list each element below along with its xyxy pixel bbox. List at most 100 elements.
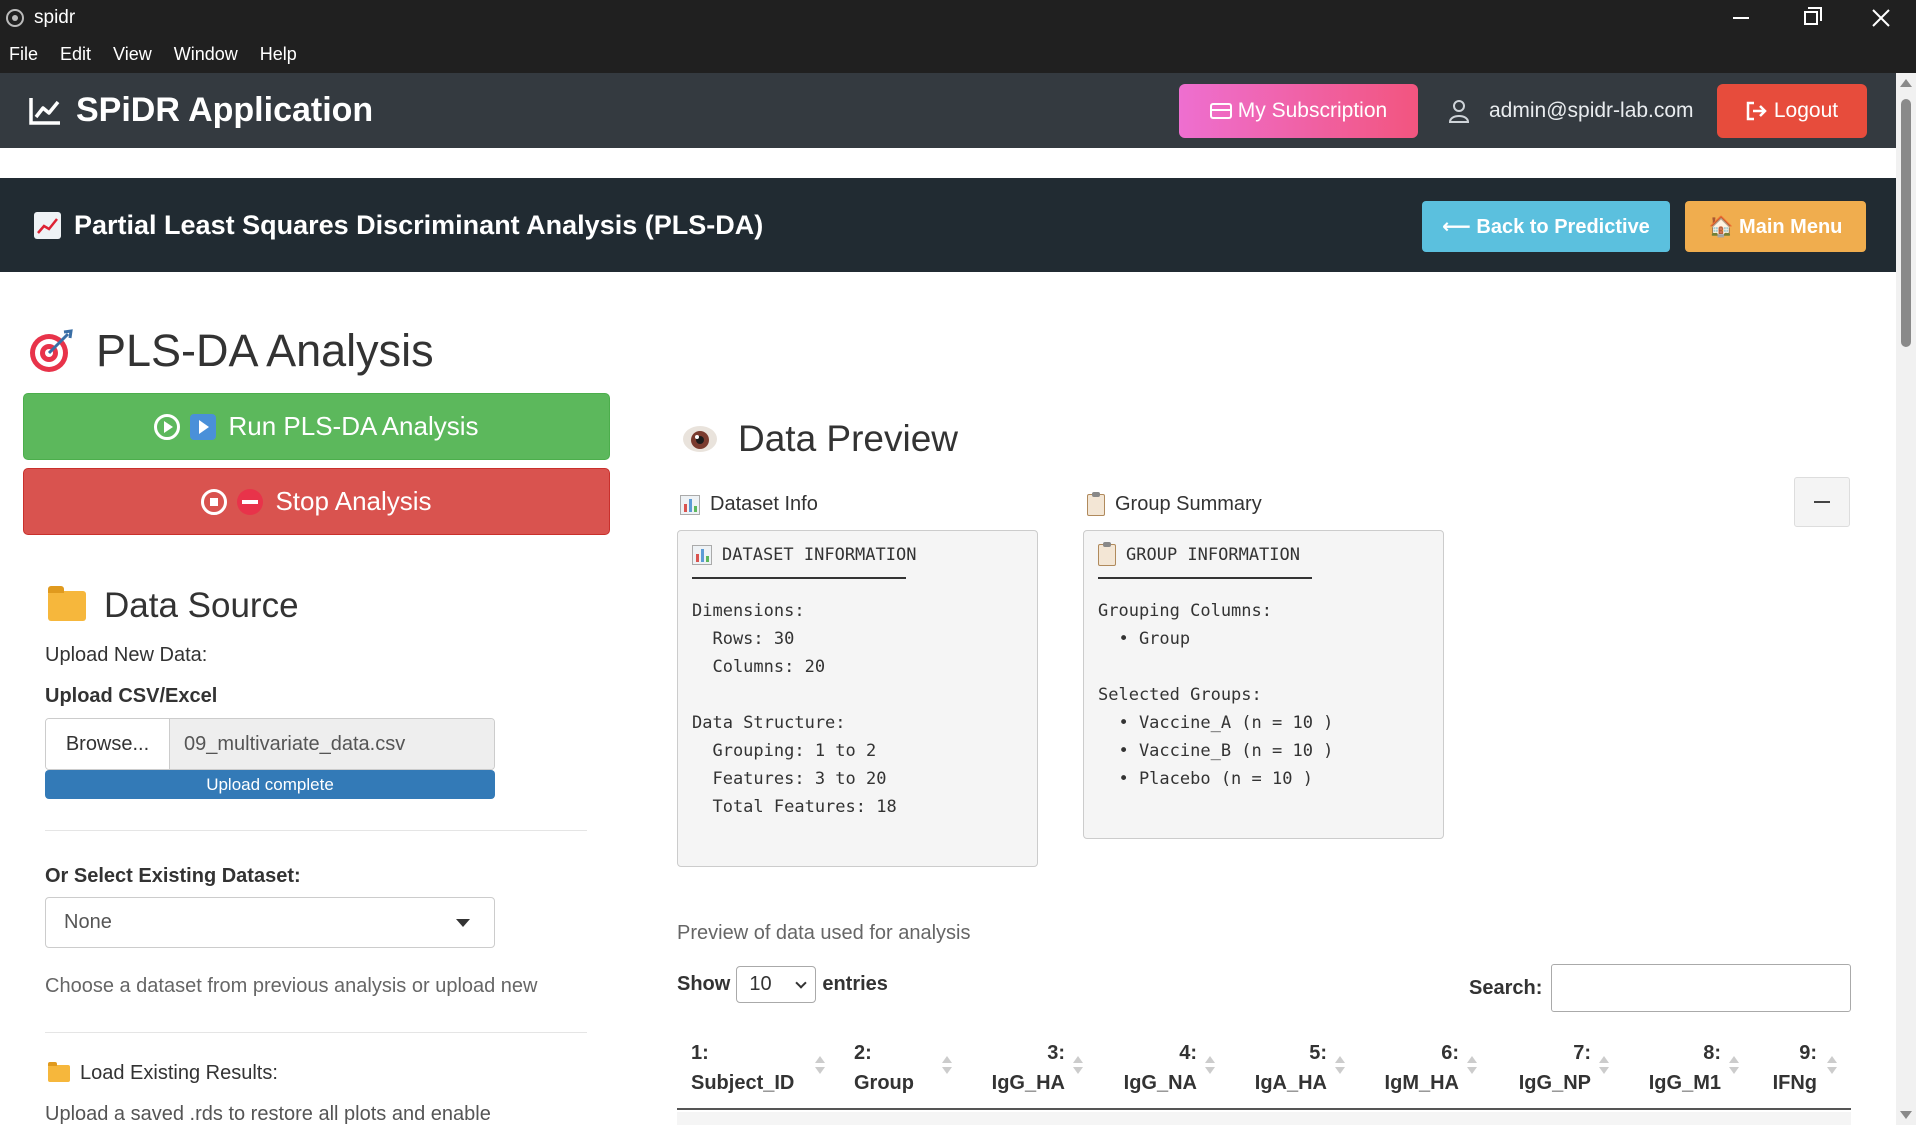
line-chart-icon xyxy=(29,97,60,125)
dataset-info-line: Total Features: 18 xyxy=(692,797,897,817)
column-number: 4: xyxy=(1179,1042,1197,1064)
column-header[interactable]: 9: IFNg xyxy=(1771,1038,1837,1098)
brand[interactable]: SPiDR Application xyxy=(28,91,373,130)
sort-icon xyxy=(1335,1056,1345,1076)
menu-view[interactable]: View xyxy=(113,44,152,65)
group-summary-heading: Group Summary xyxy=(1087,491,1262,516)
sort-icon xyxy=(1729,1056,1739,1076)
dataset-info-line: Columns: 20 xyxy=(692,657,826,677)
minimize-button[interactable] xyxy=(1706,0,1776,36)
collapse-button[interactable] xyxy=(1794,477,1850,527)
group-info-line: Selected Groups: xyxy=(1098,685,1262,705)
analysis-title: PLS-DA Analysis xyxy=(28,325,434,377)
existing-dataset-select[interactable]: None xyxy=(45,897,495,948)
divider xyxy=(692,577,906,579)
dataset-info-heading: Dataset Info xyxy=(680,493,818,516)
menu-window[interactable]: Window xyxy=(174,44,238,65)
play-button-icon xyxy=(190,413,217,440)
sort-icon xyxy=(1467,1056,1477,1076)
entries-select[interactable]: 10 xyxy=(736,966,817,1003)
page-scrollbar[interactable] xyxy=(1896,73,1916,1125)
column-header[interactable]: 8: IgG_M1 xyxy=(1641,1038,1739,1098)
entries-control: Show 10 entries xyxy=(677,966,888,1003)
column-number: 9: xyxy=(1799,1042,1817,1064)
preview-caption: Preview of data used for analysis xyxy=(677,922,971,944)
table-row xyxy=(677,1112,1851,1125)
entries-label: entries xyxy=(822,973,888,995)
search-label: Search: xyxy=(1469,977,1543,999)
column-number: 6: xyxy=(1441,1042,1459,1064)
stop-analysis-label: Stop Analysis xyxy=(275,486,432,516)
entries-value: 10 xyxy=(749,973,772,995)
file-name-field[interactable]: 09_multivariate_data.csv xyxy=(170,719,494,769)
column-name: IgG_NP xyxy=(1518,1072,1591,1094)
column-header[interactable]: 5: IgA_HA xyxy=(1247,1038,1345,1098)
column-number: 8: xyxy=(1703,1042,1721,1064)
sort-icon xyxy=(1205,1056,1215,1076)
chevron-down-icon xyxy=(795,977,808,989)
data-preview-title: Data Preview xyxy=(682,418,958,460)
dataset-info-heading-text: DATASET INFORMATION xyxy=(722,545,917,565)
dataset-info-line: Grouping: 1 to 2 xyxy=(692,741,877,761)
sort-icon xyxy=(942,1056,952,1076)
table-header: 1: Subject_ID 2: Group 3: IgG_HA 4: IgG_… xyxy=(677,1030,1851,1110)
select-existing-label: Or Select Existing Dataset: xyxy=(45,865,301,887)
group-info-line: • Placebo (n = 10 ) xyxy=(1098,769,1313,789)
menu-help[interactable]: Help xyxy=(260,44,297,65)
data-source-title-text: Data Source xyxy=(104,586,299,625)
existing-dataset-value: None xyxy=(64,911,112,933)
column-number: 3: xyxy=(1047,1042,1065,1064)
column-header[interactable]: 2: Group xyxy=(854,1038,952,1098)
back-to-predictive-button[interactable]: ⟵ Back to Predictive xyxy=(1422,201,1670,252)
column-name: Subject_ID xyxy=(691,1072,795,1094)
column-header[interactable]: 1: Subject_ID xyxy=(691,1038,825,1098)
column-header[interactable]: 4: IgG_NA xyxy=(1117,1038,1215,1098)
page-header: Partial Least Squares Discriminant Analy… xyxy=(0,178,1896,272)
restore-icon xyxy=(1804,7,1822,25)
browse-button[interactable]: Browse... xyxy=(46,719,170,769)
scroll-up-icon[interactable] xyxy=(1900,79,1912,87)
logout-button[interactable]: Logout xyxy=(1717,84,1867,138)
column-header[interactable]: 6: IgM_HA xyxy=(1377,1038,1477,1098)
menu-edit[interactable]: Edit xyxy=(60,44,91,65)
credit-card-icon xyxy=(1209,103,1232,119)
search-input[interactable] xyxy=(1551,964,1851,1012)
upload-csv-label: Upload CSV/Excel xyxy=(45,685,218,707)
eye-icon xyxy=(683,426,717,452)
scroll-down-icon[interactable] xyxy=(1900,1111,1912,1119)
column-header[interactable]: 3: IgG_HA xyxy=(985,1038,1083,1098)
column-name: IgG_M1 xyxy=(1648,1072,1721,1094)
restore-button[interactable] xyxy=(1776,0,1846,36)
my-subscription-label: My Subscription xyxy=(1237,99,1388,122)
close-button[interactable] xyxy=(1846,0,1916,36)
play-circle-icon xyxy=(154,413,181,440)
folder-icon xyxy=(48,1062,70,1082)
group-info-line: • Vaccine_A (n = 10 ) xyxy=(1098,713,1334,733)
target-icon xyxy=(30,329,73,372)
scroll-thumb[interactable] xyxy=(1901,99,1911,347)
divider xyxy=(45,1032,587,1033)
divider xyxy=(1098,577,1312,579)
chart-increasing-icon xyxy=(34,211,61,239)
dataset-info-label: Dataset Info xyxy=(710,493,818,515)
group-info-line xyxy=(1098,653,1429,681)
main-menu-button[interactable]: 🏠 Main Menu xyxy=(1685,201,1866,252)
clipboard-icon xyxy=(1098,542,1116,566)
run-analysis-button[interactable]: Run PLS-DA Analysis xyxy=(23,393,610,460)
upload-progress-fill: Upload complete xyxy=(45,770,495,799)
dataset-info-box: DATASET INFORMATION Dimensions: Rows: 30… xyxy=(677,530,1038,867)
sort-icon xyxy=(1599,1056,1609,1076)
column-header[interactable]: 7: IgG_NP xyxy=(1511,1038,1609,1098)
column-name: IgG_HA xyxy=(991,1072,1065,1094)
menu-file[interactable]: File xyxy=(9,44,38,65)
sort-icon xyxy=(1073,1056,1083,1076)
analysis-title-text: PLS-DA Analysis xyxy=(96,325,434,376)
my-subscription-button[interactable]: My Subscription xyxy=(1179,84,1418,138)
upload-new-label: Upload New Data: xyxy=(45,644,208,666)
data-preview-title-text: Data Preview xyxy=(738,418,959,459)
clipboard-icon xyxy=(1087,491,1105,516)
stop-analysis-button[interactable]: Stop Analysis xyxy=(23,468,610,535)
column-name: Group xyxy=(854,1072,914,1094)
sort-icon xyxy=(815,1056,825,1076)
folder-icon xyxy=(48,586,86,621)
